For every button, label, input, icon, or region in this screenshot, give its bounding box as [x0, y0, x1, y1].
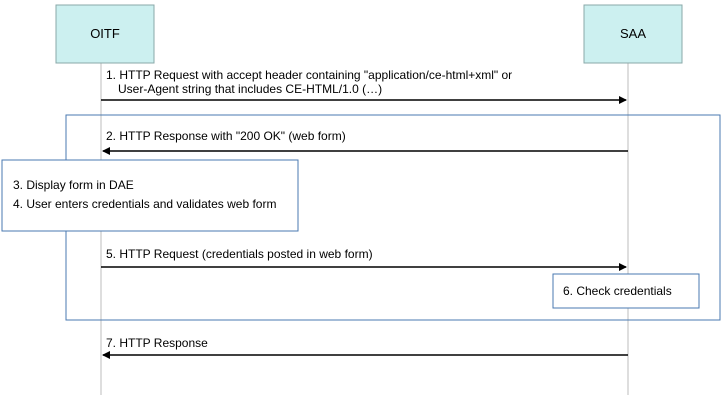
message-1-label-line1: 1. HTTP Request with accept header conta…: [106, 68, 512, 82]
sequence-diagram: OITF SAA 1. HTTP Request with accept hea…: [1, 4, 721, 395]
note-display-form-box: [1, 159, 299, 232]
message-1-label-line2: User-Agent string that includes CE-HTML/…: [118, 82, 382, 96]
participant-oitf-label: OITF: [90, 26, 120, 41]
participant-oitf: OITF: [55, 4, 155, 64]
participant-saa: SAA: [583, 4, 683, 64]
message-2-label: 2. HTTP Response with "200 OK" (web form…: [106, 129, 346, 143]
note-display-form: 3. Display form in DAE 4. User enters cr…: [1, 159, 299, 232]
note-check-credentials: 6. Check credentials: [552, 273, 700, 309]
message-7-label: 7. HTTP Response: [106, 336, 208, 350]
note-step-3: 3. Display form in DAE: [13, 178, 134, 192]
note-step-4: 4. User enters credentials and validates…: [13, 197, 276, 211]
note-step-6: 6. Check credentials: [563, 284, 672, 298]
message-5-label: 5. HTTP Request (credentials posted in w…: [106, 247, 373, 261]
participant-saa-label: SAA: [620, 26, 646, 41]
